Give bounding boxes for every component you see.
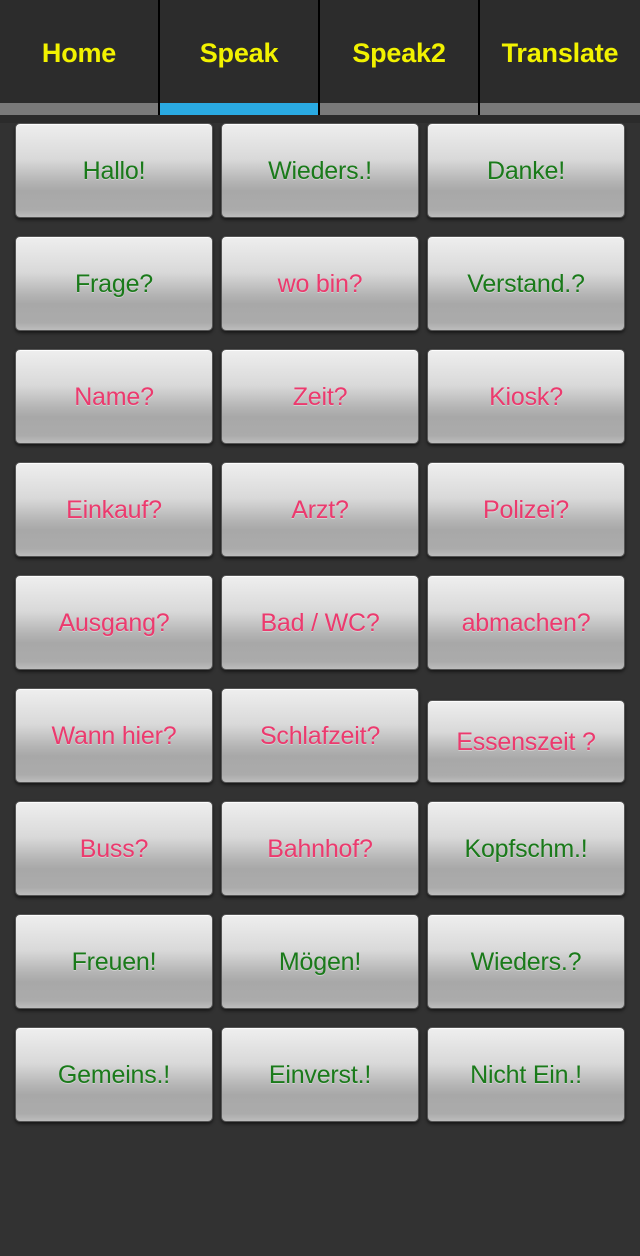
phrase-grid-row: Buss? Bahnhof? Kopfschm.! [0,801,640,914]
phrase-button-label: Schlafzeit? [259,721,381,750]
tab-translate[interactable]: Translate [480,0,640,103]
phrase-button-label: Essenszeit ? [456,727,596,756]
phrase-button-label: Zeit? [292,382,348,411]
phrase-button-label: Wieders.? [470,947,582,976]
phrase-button[interactable]: Danke! [427,123,625,218]
tab-bar-divider [0,115,640,123]
phrase-button[interactable]: wo bin? [221,236,419,331]
phrase-button[interactable]: Einkauf? [15,462,213,557]
tab-indicator-strip [0,103,640,115]
phrase-button[interactable]: Arzt? [221,462,419,557]
tab-indicator-translate [480,103,640,115]
phrase-button-label: Wann hier? [51,721,177,750]
phrase-button-label: Freuen! [71,947,157,976]
phrase-button-label: Arzt? [291,495,349,524]
phrase-button[interactable]: Hallo! [15,123,213,218]
phrase-grid: Hallo! Wieders.! Danke! Frage? wo bin? Versta… [0,123,640,1256]
phrase-button[interactable]: Kiosk? [427,349,625,444]
phrase-button-label: Bad / WC? [260,608,380,637]
phrase-button-label: abmachen? [461,608,591,637]
phrase-button-label: Einverst.! [268,1060,372,1089]
phrase-button-label: Bahnhof? [267,834,373,863]
tab-home[interactable]: Home [0,0,160,103]
phrase-button[interactable]: Freuen! [15,914,213,1009]
phrase-button-label: Verstand.? [467,269,585,298]
phrase-button-label: Wieders.! [268,156,372,185]
phrase-grid-row: Gemeins.! Einverst.! Nicht Ein.! [0,1027,640,1140]
phrase-grid-row: Name? Zeit? Kiosk? [0,349,640,462]
phrase-grid-row: Ausgang? Bad / WC? abmachen? [0,575,640,688]
phrase-grid-row: Hallo! Wieders.! Danke! [0,123,640,236]
tab-indicator-home [0,103,160,115]
phrase-button[interactable]: Wann hier? [15,688,213,783]
phrase-grid-row: Frage? wo bin? Verstand.? [0,236,640,349]
phrase-button-label: Name? [74,382,154,411]
phrase-button[interactable]: Buss? [15,801,213,896]
phrase-button[interactable]: Bad / WC? [221,575,419,670]
phrase-button[interactable]: Schlafzeit? [221,688,419,783]
phrase-button[interactable]: Mögen! [221,914,419,1009]
phrase-button[interactable]: Name? [15,349,213,444]
phrase-button-label: Kopfschm.! [464,834,588,863]
phrase-button-label: Gemeins.! [57,1060,171,1089]
phrase-button-label: Buss? [79,834,149,863]
phrase-button[interactable]: Wieders.? [427,914,625,1009]
tab-indicator-speak [160,103,320,115]
phrase-button-label: wo bin? [277,269,363,298]
tab-speak2-label: Speak2 [352,38,446,68]
phrase-button-label: Danke! [486,156,565,185]
phrase-button-label: Mögen! [278,947,362,976]
phrase-grid-row: Einkauf? Arzt? Polizei? [0,462,640,575]
phrase-button[interactable]: Essenszeit ? [427,700,625,783]
phrase-button[interactable]: Ausgang? [15,575,213,670]
tab-speak[interactable]: Speak [160,0,320,103]
tab-bar: Home Speak Speak2 Translate [0,0,640,103]
phrase-button-label: Nicht Ein.! [470,1060,582,1089]
phrase-button-label: Frage? [74,269,153,298]
phrase-button-label: Einkauf? [66,495,162,524]
phrase-button[interactable]: Wieders.! [221,123,419,218]
phrase-button[interactable]: Frage? [15,236,213,331]
tab-home-label: Home [41,38,117,68]
phrase-button[interactable]: Gemeins.! [15,1027,213,1122]
phrase-grid-row: Freuen! Mögen! Wieders.? [0,914,640,1027]
phrase-button[interactable]: Bahnhof? [221,801,419,896]
phrase-button[interactable]: Polizei? [427,462,625,557]
tab-speak2[interactable]: Speak2 [320,0,480,103]
phrase-button-label: Hallo! [82,156,146,185]
phrase-button[interactable]: Zeit? [221,349,419,444]
phrase-button[interactable]: Nicht Ein.! [427,1027,625,1122]
phrase-button[interactable]: abmachen? [427,575,625,670]
phrase-button-label: Ausgang? [58,608,170,637]
phrase-button[interactable]: Kopfschm.! [427,801,625,896]
phrase-button-label: Kiosk? [489,382,563,411]
tab-indicator-speak2 [320,103,480,115]
phrase-button[interactable]: Verstand.? [427,236,625,331]
phrase-button[interactable]: Einverst.! [221,1027,419,1122]
phrase-grid-row: Wann hier? Schlafzeit? Essenszeit ? [0,688,640,801]
tab-speak-label: Speak [199,38,279,68]
tab-translate-label: Translate [501,38,619,68]
phrase-button-label: Polizei? [483,495,569,524]
